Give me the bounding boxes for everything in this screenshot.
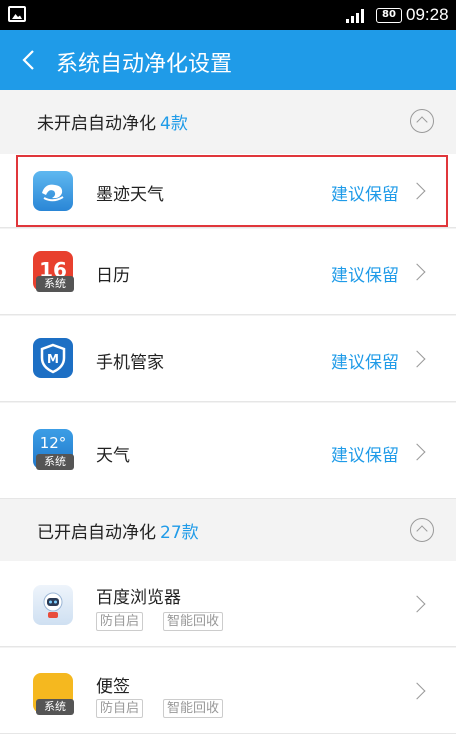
section-label: 未开启自动净化: [37, 114, 156, 134]
signal-icon: [346, 9, 372, 23]
system-badge: 系统: [36, 276, 74, 292]
chevron-right-icon: [408, 682, 426, 700]
section-enabled[interactable]: 已开启自动净化 27款: [0, 500, 456, 560]
status-label: 建议保留: [331, 266, 399, 286]
phone-manager-icon: M: [33, 338, 73, 378]
status-label: 建议保留: [331, 446, 399, 466]
back-icon[interactable]: [18, 48, 42, 72]
tag-auto-start: 防自启: [96, 612, 144, 631]
tag-auto-start: 防自启: [96, 699, 144, 718]
status-label: 建议保留: [331, 353, 399, 373]
system-badge: 系统: [36, 699, 74, 715]
status-label: 建议保留: [331, 185, 399, 205]
baidu-browser-icon: [33, 585, 73, 625]
clock: 09:28: [406, 5, 449, 24]
chevron-right-icon: [408, 443, 426, 461]
app-name: 天气: [96, 446, 130, 466]
chevron-right-icon: [408, 595, 426, 613]
status-bar: 80 09:28: [0, 0, 456, 30]
app-name: 墨迹天气: [96, 185, 164, 205]
svg-text:M: M: [47, 352, 59, 366]
app-name: 日历: [96, 266, 130, 286]
list-item-calendar[interactable]: 16 系统 日历 建议保留: [0, 229, 456, 315]
tag-smart-recycle: 智能回收: [163, 612, 224, 631]
section-count: 4款: [160, 114, 188, 134]
tag-smart-recycle: 智能回收: [163, 699, 224, 718]
chevron-right-icon: [408, 350, 426, 368]
gallery-icon: [8, 6, 26, 22]
app-name: 手机管家: [96, 353, 164, 373]
collapse-icon[interactable]: [410, 109, 434, 133]
section-label: 已开启自动净化: [37, 523, 156, 543]
battery-icon: 80: [376, 8, 402, 23]
list-item-baidu-browser[interactable]: 百度浏览器 防自启 智能回收: [0, 561, 456, 647]
app-name: 便签: [96, 677, 130, 697]
list-item-notes[interactable]: 系统 便签 防自启 智能回收: [0, 648, 456, 734]
list-item-phone-manager[interactable]: M 手机管家 建议保留: [0, 316, 456, 402]
section-disabled[interactable]: 未开启自动净化 4款: [0, 91, 456, 151]
app-name: 百度浏览器: [96, 588, 181, 608]
page-title: 系统自动净化设置: [56, 52, 233, 77]
title-bar: 系统自动净化设置: [0, 30, 456, 90]
moji-weather-icon: [33, 171, 73, 211]
collapse-icon[interactable]: [410, 518, 434, 542]
list-item-weather[interactable]: 12° 系统 天气 建议保留: [0, 403, 456, 499]
chevron-right-icon: [408, 182, 426, 200]
system-badge: 系统: [36, 454, 74, 470]
list-item-moji-weather[interactable]: 墨迹天气 建议保留: [0, 154, 456, 228]
section-count: 27款: [160, 523, 199, 543]
chevron-right-icon: [408, 263, 426, 281]
